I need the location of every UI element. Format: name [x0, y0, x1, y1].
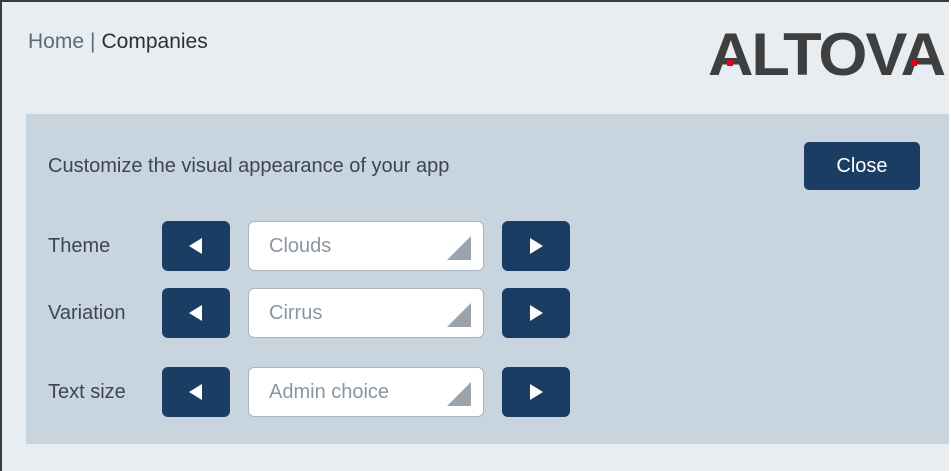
- variation-row: Variation Cirrus: [26, 288, 626, 338]
- triangle-right-icon: [530, 238, 543, 254]
- variation-select[interactable]: Cirrus: [248, 288, 484, 338]
- panel-intro-text: Customize the visual appearance of your …: [48, 155, 450, 177]
- theme-prev-button[interactable]: [162, 221, 230, 271]
- svg-text:ALTOVA: ALTOVA: [708, 21, 945, 86]
- triangle-right-icon: [530, 384, 543, 400]
- text-size-label: Text size: [48, 380, 126, 403]
- theme-next-button[interactable]: [502, 221, 570, 271]
- triangle-left-icon: [189, 384, 202, 400]
- triangle-left-icon: [189, 238, 202, 254]
- breadcrumb-home-link[interactable]: Home: [28, 30, 84, 53]
- text-size-select-value: Admin choice: [269, 380, 390, 403]
- theme-select[interactable]: Clouds: [248, 221, 484, 271]
- text-size-next-button[interactable]: [502, 367, 570, 417]
- altova-logo: ALTOVA: [708, 20, 948, 88]
- triangle-left-icon: [189, 305, 202, 321]
- text-size-row: Text size Admin choice: [26, 367, 626, 417]
- variation-label: Variation: [48, 301, 126, 324]
- variation-select-value: Cirrus: [269, 301, 323, 324]
- breadcrumb-separator: |: [90, 30, 96, 53]
- triangle-right-icon: [530, 305, 543, 321]
- theme-row: Theme Clouds: [26, 221, 626, 271]
- app-frame: Home | Companies ALTOVA Customize the visu…: [0, 0, 949, 471]
- text-size-select[interactable]: Admin choice: [248, 367, 484, 417]
- theme-select-value: Clouds: [269, 234, 332, 257]
- dropdown-corner-icon: [447, 382, 471, 406]
- variation-next-button[interactable]: [502, 288, 570, 338]
- dropdown-corner-icon: [447, 303, 471, 327]
- breadcrumb-current: Companies: [101, 30, 208, 53]
- appearance-panel: Customize the visual appearance of your …: [26, 114, 949, 444]
- breadcrumb: Home | Companies: [28, 30, 208, 54]
- text-size-prev-button[interactable]: [162, 367, 230, 417]
- altova-logo-icon: ALTOVA: [708, 21, 947, 88]
- close-button[interactable]: Close: [804, 142, 920, 190]
- variation-prev-button[interactable]: [162, 288, 230, 338]
- dropdown-corner-icon: [447, 236, 471, 260]
- theme-label: Theme: [48, 234, 111, 257]
